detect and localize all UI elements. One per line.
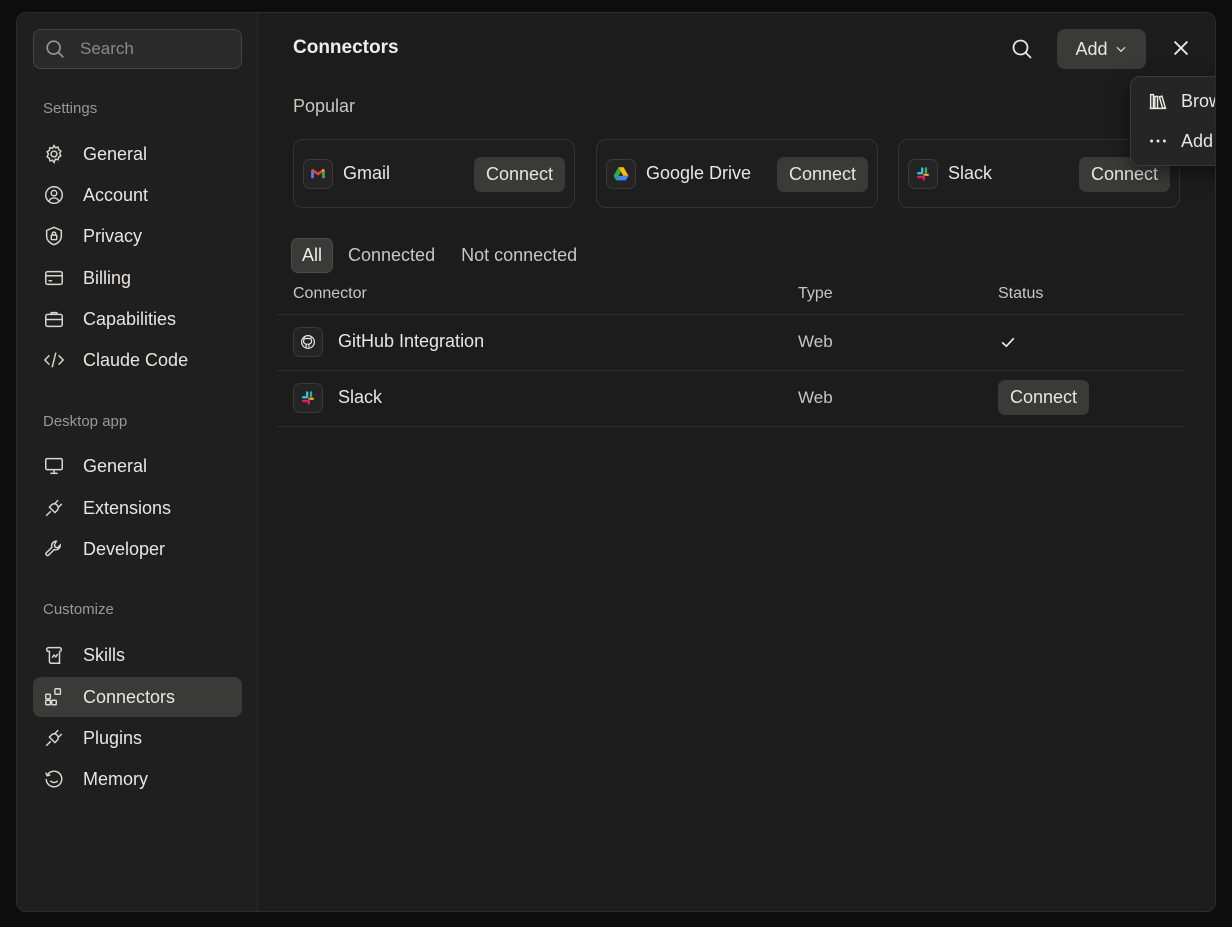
table-divider xyxy=(277,426,1183,427)
column-header-connector: Connector xyxy=(293,285,367,302)
search-input[interactable] xyxy=(80,39,230,59)
sidebar-item-general[interactable]: General xyxy=(33,134,242,174)
sidebar-item-label: Billing xyxy=(83,267,132,288)
sidebar: Settings General Account Privacy Billing… xyxy=(17,13,258,911)
more-horizontal-icon xyxy=(1147,130,1169,152)
section-label-desktop-app: Desktop app xyxy=(43,413,128,430)
add-button[interactable]: Add xyxy=(1057,29,1146,69)
connector-type: Web xyxy=(798,332,833,351)
card-name: Gmail xyxy=(343,163,391,183)
plug-icon xyxy=(43,497,65,519)
column-header-type: Type xyxy=(798,285,833,302)
popular-section-label: Popular xyxy=(293,96,356,116)
sidebar-item-label: Connectors xyxy=(83,686,176,707)
popular-card-gmail: Gmail Connect xyxy=(293,139,575,208)
gear-icon xyxy=(43,143,65,165)
connector-name: GitHub Integration xyxy=(338,331,485,351)
sidebar-item-developer[interactable]: Developer xyxy=(33,529,242,569)
sidebar-search[interactable] xyxy=(33,29,242,69)
sidebar-item-label: Developer xyxy=(83,538,166,559)
apps-add-icon xyxy=(43,686,65,708)
sidebar-item-label: Privacy xyxy=(83,225,143,246)
memory-icon xyxy=(43,768,65,790)
filter-tabs: All Connected Not connected xyxy=(291,238,588,273)
sidebar-item-label: Extensions xyxy=(83,497,172,518)
sidebar-item-label: Capabilities xyxy=(83,308,177,329)
slack-icon xyxy=(908,158,938,189)
page-title: Connectors xyxy=(293,37,399,58)
sidebar-item-label: Account xyxy=(83,184,149,205)
add-dropdown-menu: Browse connectors Add custom connector xyxy=(1130,76,1215,166)
sidebar-item-billing[interactable]: Billing xyxy=(33,258,242,298)
wrench-icon xyxy=(43,538,65,560)
sidebar-item-label: Memory xyxy=(83,768,149,789)
user-circle-icon xyxy=(43,184,65,206)
settings-window: Settings General Account Privacy Billing… xyxy=(16,12,1216,912)
connect-button[interactable]: Connect xyxy=(998,380,1090,415)
sidebar-item-claude-code[interactable]: Claude Code xyxy=(33,340,242,380)
connector-type: Web xyxy=(798,388,833,407)
table-row[interactable]: GitHub Integration Web xyxy=(277,314,1183,370)
google-drive-icon xyxy=(606,158,636,189)
table-row[interactable]: Slack Web Connect xyxy=(277,370,1183,426)
sidebar-item-privacy[interactable]: Privacy xyxy=(33,216,242,256)
sidebar-item-desktop-general[interactable]: General xyxy=(33,446,242,486)
popular-card-google-drive: Google Drive Connect xyxy=(596,139,878,208)
code-icon xyxy=(43,349,65,371)
slack-icon xyxy=(293,383,323,413)
main-panel: Connectors Add Popular Gmail Connect Goo… xyxy=(258,13,1215,911)
tab-connected[interactable]: Connected xyxy=(337,238,446,273)
sidebar-item-capabilities[interactable]: Capabilities xyxy=(33,299,242,339)
sidebar-item-memory[interactable]: Memory xyxy=(33,759,242,799)
menu-item-browse-connectors[interactable]: Browse connectors xyxy=(1147,87,1215,115)
library-icon xyxy=(1147,90,1169,112)
section-label-settings: Settings xyxy=(43,100,98,117)
sidebar-item-skills[interactable]: Skills xyxy=(33,635,242,675)
menu-item-label: Browse connectors xyxy=(1181,90,1215,111)
sidebar-item-label: Plugins xyxy=(83,727,143,748)
search-icon[interactable] xyxy=(1010,37,1034,61)
scroll-icon xyxy=(43,644,65,666)
card-name: Google Drive xyxy=(646,163,752,183)
credit-card-icon xyxy=(43,267,65,289)
tab-not-connected[interactable]: Not connected xyxy=(450,238,588,273)
check-icon xyxy=(998,332,1018,357)
sidebar-item-label: General xyxy=(83,455,148,476)
connect-button[interactable]: Connect xyxy=(776,157,868,192)
search-icon xyxy=(46,40,64,58)
tab-all[interactable]: All xyxy=(291,238,334,273)
chevron-down-icon xyxy=(1116,46,1126,53)
close-icon[interactable] xyxy=(1170,37,1192,59)
briefcase-icon xyxy=(43,308,65,330)
sidebar-item-account[interactable]: Account xyxy=(33,175,242,215)
sidebar-item-extensions[interactable]: Extensions xyxy=(33,488,242,528)
sidebar-item-plugins[interactable]: Plugins xyxy=(33,718,242,758)
sidebar-item-label: Claude Code xyxy=(83,349,189,370)
menu-item-add-custom-connector[interactable]: Add custom connector xyxy=(1147,127,1215,155)
monitor-icon xyxy=(43,455,65,477)
connector-name: Slack xyxy=(338,387,383,407)
connect-button[interactable]: Connect xyxy=(473,157,565,192)
section-label-customize: Customize xyxy=(43,601,114,618)
add-button-label: Add xyxy=(1075,38,1108,59)
plug-icon xyxy=(43,727,65,749)
shield-lock-icon xyxy=(43,225,65,247)
sidebar-item-label: Skills xyxy=(83,644,126,665)
menu-item-label: Add custom connector xyxy=(1181,130,1215,151)
sidebar-item-label: General xyxy=(83,143,148,164)
sidebar-item-connectors[interactable]: Connectors xyxy=(33,677,242,717)
column-header-status: Status xyxy=(998,285,1044,302)
gmail-icon xyxy=(303,158,333,189)
card-name: Slack xyxy=(948,163,993,183)
github-icon xyxy=(293,327,323,357)
